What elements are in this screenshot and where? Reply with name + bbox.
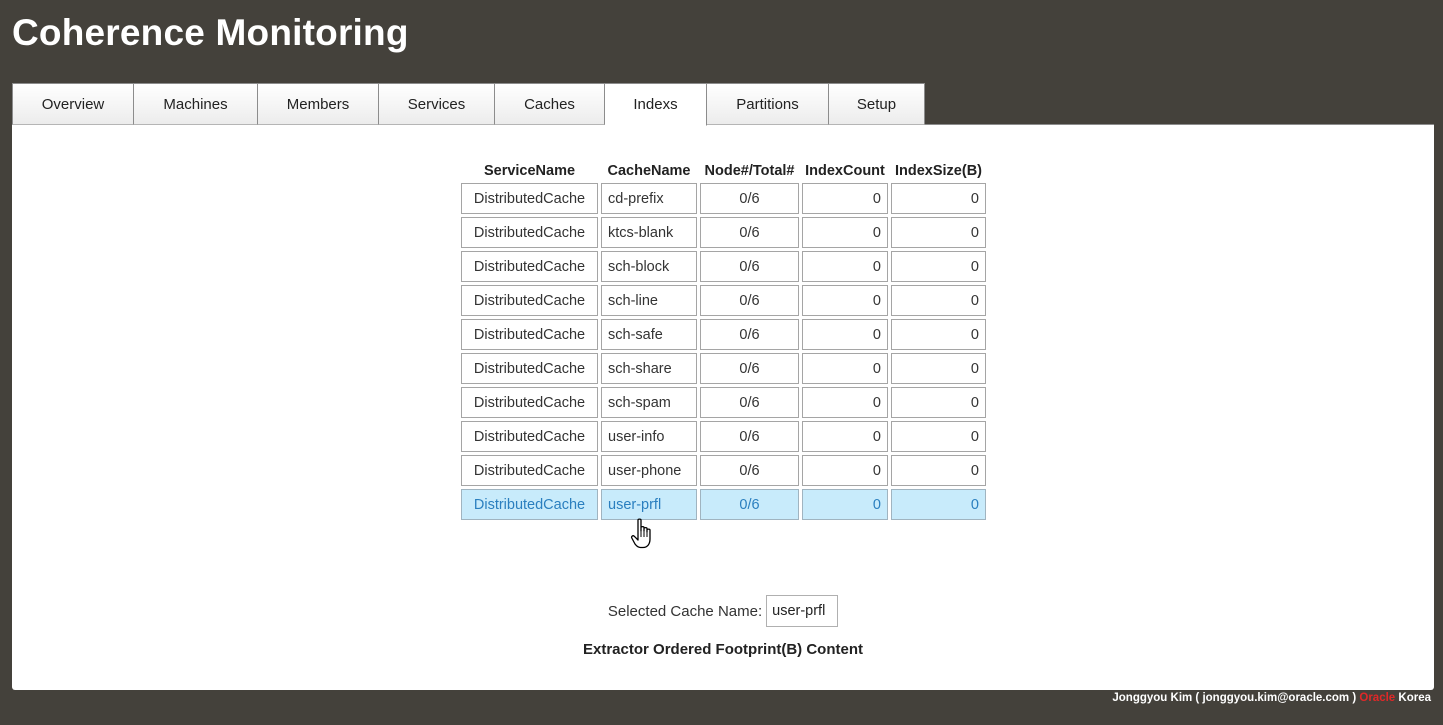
cache-name-cell: sch-safe xyxy=(601,319,697,350)
index-count-cell: 0 xyxy=(802,421,888,452)
extractor-heading: Extractor Ordered Footprint(B) Content xyxy=(583,641,863,658)
cache-name-cell: sch-line xyxy=(601,285,697,316)
service-name-cell: DistributedCache xyxy=(461,285,598,316)
tab-bar: Overview Machines Members Services Cache… xyxy=(12,83,925,126)
node-total-cell: 0/6 xyxy=(700,489,799,520)
footer-region: Korea xyxy=(1398,692,1431,704)
column-header-cache-name: CacheName xyxy=(607,162,691,179)
node-total-cell: 0/6 xyxy=(700,421,799,452)
cache-name-cell: user-prfl xyxy=(601,489,697,520)
index-size-cell: 0 xyxy=(891,421,986,452)
index-size-cell: 0 xyxy=(891,183,986,214)
index-count-cell: 0 xyxy=(802,285,888,316)
cache-name-cell: sch-share xyxy=(601,353,697,384)
index-size-cell: 0 xyxy=(891,285,986,316)
tab-caches[interactable]: Caches xyxy=(495,83,605,125)
footer-author: Jonggyou Kim ( jonggyou.kim@oracle.com ) xyxy=(1112,692,1357,704)
index-count-cell: 0 xyxy=(802,183,888,214)
index-size-cell: 0 xyxy=(891,387,986,418)
cache-name-cell: ktcs-blank xyxy=(601,217,697,248)
index-count-cell: 0 xyxy=(802,217,888,248)
node-total-cell: 0/6 xyxy=(700,319,799,350)
index-size-cell: 0 xyxy=(891,455,986,486)
cache-name-cell: cd-prefix xyxy=(601,183,697,214)
tab-setup[interactable]: Setup xyxy=(829,83,925,125)
table-row[interactable]: DistributedCache sch-safe 0/6 0 0 xyxy=(461,319,986,350)
table-row-selected[interactable]: DistributedCache user-prfl 0/6 0 0 xyxy=(461,489,986,520)
service-name-cell: DistributedCache xyxy=(461,421,598,452)
footer-brand: Oracle xyxy=(1359,692,1396,704)
service-name-cell: DistributedCache xyxy=(461,455,598,486)
column-header-index-count: IndexCount xyxy=(805,162,885,179)
hand-pointer-icon xyxy=(630,518,651,549)
service-name-cell: DistributedCache xyxy=(461,251,598,282)
index-count-cell: 0 xyxy=(802,251,888,282)
index-table: ServiceName CacheName Node#/Total# Index… xyxy=(458,156,989,523)
node-total-cell: 0/6 xyxy=(700,285,799,316)
index-count-cell: 0 xyxy=(802,489,888,520)
tab-services[interactable]: Services xyxy=(379,83,495,125)
node-total-cell: 0/6 xyxy=(700,251,799,282)
tab-overview[interactable]: Overview xyxy=(12,83,134,125)
node-total-cell: 0/6 xyxy=(700,353,799,384)
service-name-cell: DistributedCache xyxy=(461,489,598,520)
table-row[interactable]: DistributedCache sch-share 0/6 0 0 xyxy=(461,353,986,384)
service-name-cell: DistributedCache xyxy=(461,183,598,214)
selected-cache-label: Selected Cache Name: xyxy=(607,602,763,620)
index-count-cell: 0 xyxy=(802,319,888,350)
index-count-cell: 0 xyxy=(802,353,888,384)
index-size-cell: 0 xyxy=(891,217,986,248)
index-size-cell: 0 xyxy=(891,353,986,384)
cache-name-cell: sch-block xyxy=(601,251,697,282)
index-count-cell: 0 xyxy=(802,455,888,486)
column-header-service-name: ServiceName xyxy=(483,162,576,179)
column-header-node-total: Node#/Total# xyxy=(704,162,795,179)
tab-indexs[interactable]: Indexs xyxy=(605,83,707,126)
index-count-cell: 0 xyxy=(802,387,888,418)
node-total-cell: 0/6 xyxy=(700,217,799,248)
table-row[interactable]: DistributedCache user-phone 0/6 0 0 xyxy=(461,455,986,486)
index-size-cell: 0 xyxy=(891,251,986,282)
tab-machines[interactable]: Machines xyxy=(134,83,258,125)
cache-name-cell: user-info xyxy=(601,421,697,452)
tab-partitions[interactable]: Partitions xyxy=(707,83,829,125)
table-row[interactable]: DistributedCache cd-prefix 0/6 0 0 xyxy=(461,183,986,214)
table-row[interactable]: DistributedCache sch-spam 0/6 0 0 xyxy=(461,387,986,418)
node-total-cell: 0/6 xyxy=(700,183,799,214)
table-header-row: ServiceName CacheName Node#/Total# Index… xyxy=(461,159,986,180)
column-header-index-size: IndexSize(B) xyxy=(894,162,982,179)
table-row[interactable]: DistributedCache user-info 0/6 0 0 xyxy=(461,421,986,452)
content-panel: ServiceName CacheName Node#/Total# Index… xyxy=(12,124,1434,690)
index-size-cell: 0 xyxy=(891,489,986,520)
footer-credit: Jonggyou Kim ( jonggyou.kim@oracle.com )… xyxy=(1112,692,1431,704)
selected-cache-input[interactable] xyxy=(766,595,839,627)
node-total-cell: 0/6 xyxy=(700,387,799,418)
service-name-cell: DistributedCache xyxy=(461,387,598,418)
index-size-cell: 0 xyxy=(891,319,986,350)
table-row[interactable]: DistributedCache sch-block 0/6 0 0 xyxy=(461,251,986,282)
cache-name-cell: user-phone xyxy=(601,455,697,486)
app-title: Coherence Monitoring xyxy=(12,12,409,53)
table-row[interactable]: DistributedCache sch-line 0/6 0 0 xyxy=(461,285,986,316)
selected-cache-group: Selected Cache Name: xyxy=(12,595,1434,627)
tab-members[interactable]: Members xyxy=(258,83,379,125)
table-row[interactable]: DistributedCache ktcs-blank 0/6 0 0 xyxy=(461,217,986,248)
service-name-cell: DistributedCache xyxy=(461,217,598,248)
cache-name-cell: sch-spam xyxy=(601,387,697,418)
service-name-cell: DistributedCache xyxy=(461,319,598,350)
node-total-cell: 0/6 xyxy=(700,455,799,486)
service-name-cell: DistributedCache xyxy=(461,353,598,384)
